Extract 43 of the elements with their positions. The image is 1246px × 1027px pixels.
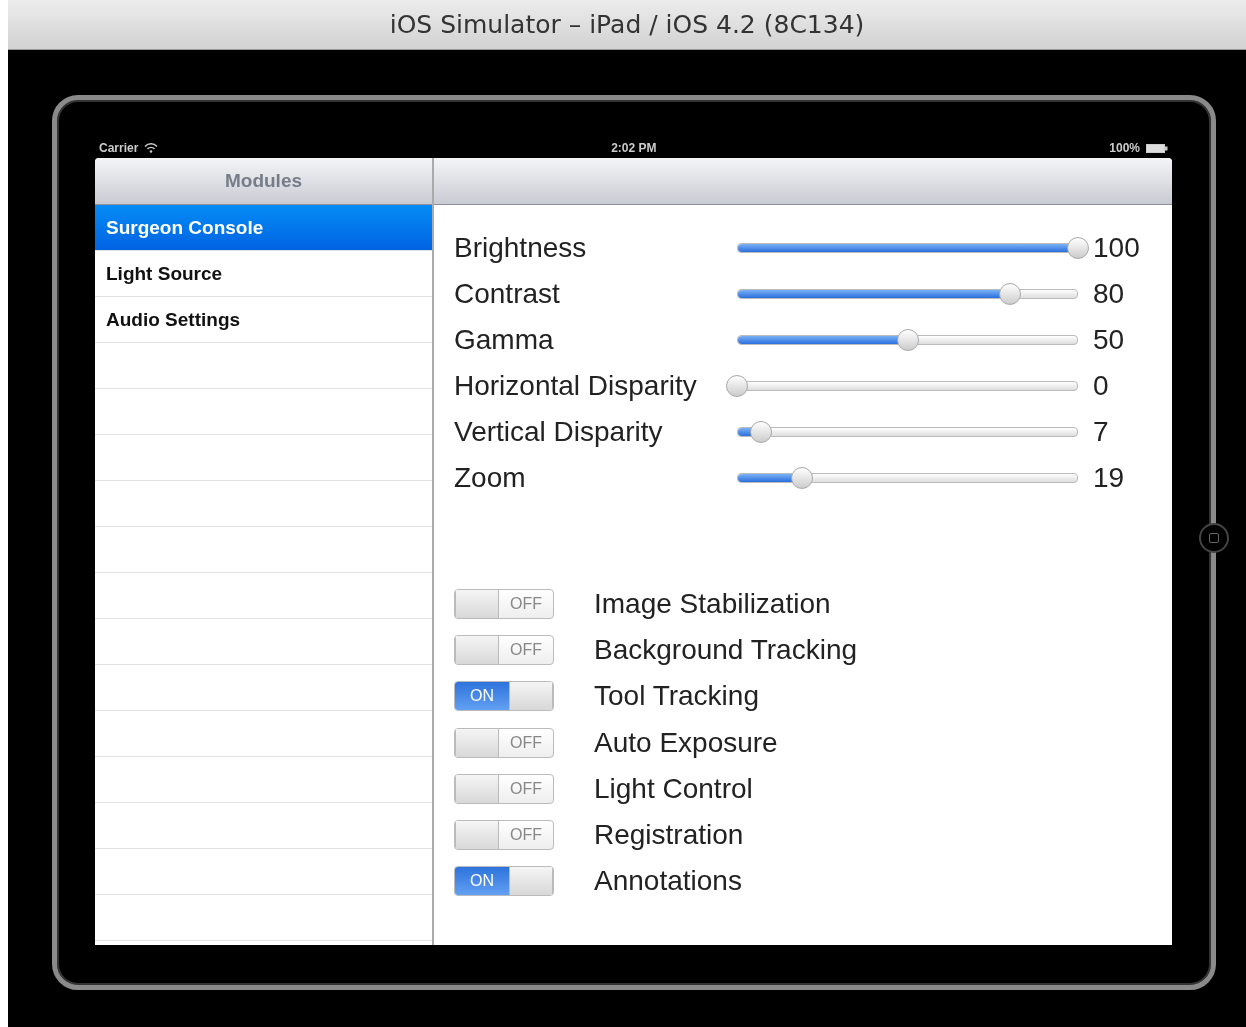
slider-value: 19: [1093, 462, 1125, 494]
sidebar-title: Modules: [224, 170, 303, 192]
slider-label: Contrast: [454, 278, 561, 310]
slider-label: Zoom: [454, 462, 527, 494]
slider-thumb[interactable]: [726, 375, 748, 397]
sidebar-item[interactable]: Surgeon Console: [95, 205, 432, 251]
toggle-switch[interactable]: OFF: [454, 820, 554, 851]
switch-label: Light Control: [594, 772, 753, 805]
switch-label: Auto Exposure: [594, 726, 778, 759]
home-button[interactable]: [1199, 523, 1229, 553]
status-time: 2:02 PM: [610, 141, 658, 155]
slider-value: 7: [1093, 416, 1109, 448]
slider-value: 80: [1093, 278, 1125, 310]
sidebar-item[interactable]: Light Source: [95, 251, 432, 297]
slider-thumb[interactable]: [790, 467, 813, 489]
switch-label: Annotations: [594, 865, 742, 898]
switch-label: Registration: [594, 819, 744, 852]
slider-label: Vertical Disparity: [454, 416, 664, 448]
toggle-switch[interactable]: OFF: [454, 727, 554, 758]
switch-label: Background Tracking: [594, 634, 858, 667]
sidebar-item[interactable]: Audio Settings: [95, 297, 432, 343]
slider-label: Gamma: [454, 324, 555, 356]
slider-value: 0: [1093, 370, 1109, 402]
slider-thumb[interactable]: [1067, 237, 1089, 259]
toggle-switch[interactable]: ON: [454, 681, 554, 712]
slider-label: Horizontal Disparity: [454, 370, 698, 402]
slider-thumb[interactable]: [998, 283, 1021, 305]
battery-label: 100%: [1109, 141, 1140, 155]
slider-value: 50: [1093, 324, 1125, 356]
carrier-label: Carrier: [99, 141, 139, 155]
wifi-icon: [144, 143, 159, 153]
slider-thumb[interactable]: [749, 421, 772, 443]
battery-icon: [1146, 143, 1168, 153]
switch-label: Image Stabilization: [594, 588, 831, 621]
slider-thumb[interactable]: [896, 329, 919, 351]
switch-label: Tool Tracking: [594, 680, 759, 713]
toggle-switch[interactable]: ON: [454, 866, 554, 897]
slider-label: Brightness: [454, 232, 588, 264]
slider-value: 100: [1093, 232, 1140, 264]
toggle-switch[interactable]: OFF: [454, 773, 554, 804]
window-title: iOS Simulator – iPad / iOS 4.2 (8C134): [389, 10, 865, 39]
toggle-switch[interactable]: OFF: [454, 635, 554, 666]
toggle-switch[interactable]: OFF: [454, 589, 554, 620]
